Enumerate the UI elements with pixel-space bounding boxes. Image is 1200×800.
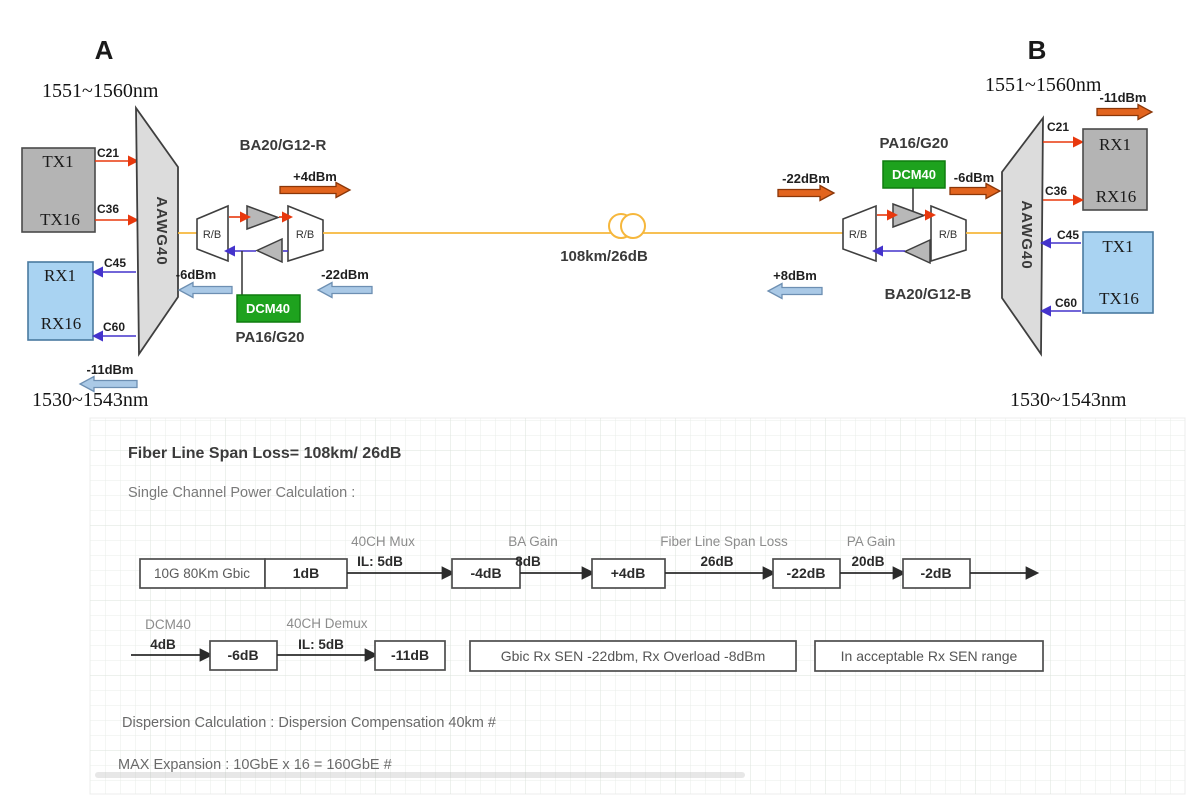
fiber-span-label: 108km/26dB — [560, 248, 648, 265]
calc-step-result: +4dB — [611, 565, 646, 581]
site-b-tx-band-label: 1551~1560nm — [985, 74, 1102, 96]
panel-bottom-artifact — [95, 772, 745, 778]
site-b-fiber-in-arrow — [778, 186, 834, 201]
site-a-booster-label: BA20/G12-R — [240, 137, 327, 154]
calc-step-result: -2dB — [920, 565, 951, 581]
calc-source-value: 1dB — [293, 565, 319, 581]
site-b-aawg-label: AAWG40 — [1018, 200, 1035, 269]
site-a-preamp-amp-icon — [257, 239, 282, 262]
calculation-panel: Fiber Line Span Loss= 108km/ 26dB Single… — [90, 418, 1185, 794]
site-a-c36-label: C36 — [97, 202, 119, 216]
calc-step-value: 20dB — [851, 554, 884, 569]
site-a-preamp-label: PA16/G20 — [236, 329, 305, 346]
calc-step-value: 8dB — [515, 554, 541, 569]
site-a-demux-in-arrow — [179, 283, 232, 298]
site-a-rb-left-label: R/B — [203, 229, 221, 241]
calc-step-name: DCM40 — [145, 617, 191, 632]
site-b-mux-in-power: -6dBm — [954, 170, 994, 185]
site-b-rx1-label: RX1 — [1099, 135, 1131, 154]
site-b-fiber-out-power: +8dBm — [773, 268, 817, 283]
site-b-tx1-label: TX1 — [1102, 237, 1133, 256]
site-b-fiber-out-arrow — [768, 284, 822, 299]
site-b-c60-label: C60 — [1055, 296, 1077, 310]
calc-source-label: 10G 80Km Gbic — [154, 566, 250, 581]
site-b-rx16-label: RX16 — [1096, 187, 1137, 206]
site-b-rx-out-arrow — [1097, 105, 1152, 120]
calc-step-value: IL: 5dB — [298, 637, 344, 652]
site-a-tx1-label: TX1 — [42, 152, 73, 171]
site-a-tx-out-power: +4dBm — [293, 169, 337, 184]
site-a-c21-label: C21 — [97, 146, 119, 160]
site-b-title: B — [1028, 35, 1047, 65]
site-a-rx-out-power: -11dBm — [87, 362, 134, 377]
site-a-tx-out-arrow — [280, 183, 350, 198]
calc-step-name: 40CH Demux — [286, 616, 367, 631]
site-a-dcm-label: DCM40 — [246, 301, 290, 316]
site-a-c60-label: C60 — [103, 320, 125, 334]
calc-expansion-line: MAX Expansion : 10GbE x 16 = 160GbE # — [118, 757, 392, 773]
site-b-rb-left-label: R/B — [849, 229, 867, 241]
calc-title: Fiber Line Span Loss= 108km/ 26dB — [128, 445, 401, 462]
site-a-rx1-label: RX1 — [44, 266, 76, 285]
site-a-rx-band-label: 1530~1543nm — [32, 389, 149, 411]
site-a-aawg-label: AAWG40 — [153, 196, 170, 265]
site-b-dcm-label: DCM40 — [892, 167, 936, 182]
site-a-tx-band-label: 1551~1560nm — [42, 80, 159, 102]
calc-dispersion-line: Dispersion Calculation : Dispersion Comp… — [122, 715, 496, 731]
calc-step-name: 40CH Mux — [351, 534, 415, 549]
site-b-c45-label: C45 — [1057, 228, 1079, 242]
dwdm-link-diagram: A 1551~1560nm TX1 TX16 C21 C36 AAWG40 RX… — [0, 0, 1200, 800]
site-b-preamp-amp-icon — [893, 204, 924, 227]
site-b-rx-band-label: 1530~1543nm — [1010, 389, 1127, 411]
site-a-booster-amp-icon — [247, 206, 278, 229]
site-a-rx-in-arrow — [318, 283, 372, 298]
site-a-c45-label: C45 — [104, 256, 126, 270]
site-a-rx-in-power: -22dBm — [321, 267, 369, 282]
site-b-rb-right-label: R/B — [939, 229, 957, 241]
site-b: -22dBm +8dBm PA16/G20 DCM40 R/B R/B BA20… — [768, 35, 1153, 411]
site-b-mux-in-arrow — [950, 184, 1000, 199]
calc-note2: In acceptable Rx SEN range — [841, 648, 1018, 664]
site-b-rx-out-power: -11dBm — [1100, 90, 1147, 105]
fiber-coil-icon — [621, 214, 645, 238]
calc-step-value: IL: 5dB — [357, 554, 403, 569]
calc-step-name: BA Gain — [508, 534, 558, 549]
calc-subtitle: Single Channel Power Calculation : — [128, 485, 355, 501]
panel-grid-large — [90, 418, 1185, 794]
site-a-rx16-label: RX16 — [41, 314, 82, 333]
site-b-booster-label: BA20/G12-B — [885, 286, 972, 303]
site-a: A 1551~1560nm TX1 TX16 C21 C36 AAWG40 RX… — [22, 35, 372, 411]
calc-note1: Gbic Rx SEN -22dbm, Rx Overload -8dBm — [501, 648, 766, 664]
site-a-title: A — [95, 35, 114, 65]
site-a-demux-in-power: -6dBm — [176, 267, 216, 282]
site-b-booster-amp-icon — [905, 240, 930, 263]
site-b-c21-label: C21 — [1047, 120, 1069, 134]
calc-step-result: -6dB — [227, 647, 258, 663]
site-b-c36-label: C36 — [1045, 184, 1067, 198]
calc-step-name: PA Gain — [847, 534, 896, 549]
site-a-rb-right-label: R/B — [296, 229, 314, 241]
site-b-preamp-label: PA16/G20 — [880, 135, 949, 152]
calc-step-result: -11dB — [391, 647, 429, 663]
calc-step-result: -22dB — [787, 565, 826, 581]
calc-step-name: Fiber Line Span Loss — [660, 534, 788, 549]
calc-step-value: 4dB — [150, 637, 176, 652]
site-a-tx16-label: TX16 — [40, 210, 80, 229]
site-b-tx16-label: TX16 — [1099, 289, 1139, 308]
calc-step-result: -4dB — [470, 565, 501, 581]
fiber-span: 108km/26dB — [323, 214, 843, 265]
site-b-fiber-in-power: -22dBm — [782, 171, 830, 186]
calc-step-value: 26dB — [700, 554, 733, 569]
